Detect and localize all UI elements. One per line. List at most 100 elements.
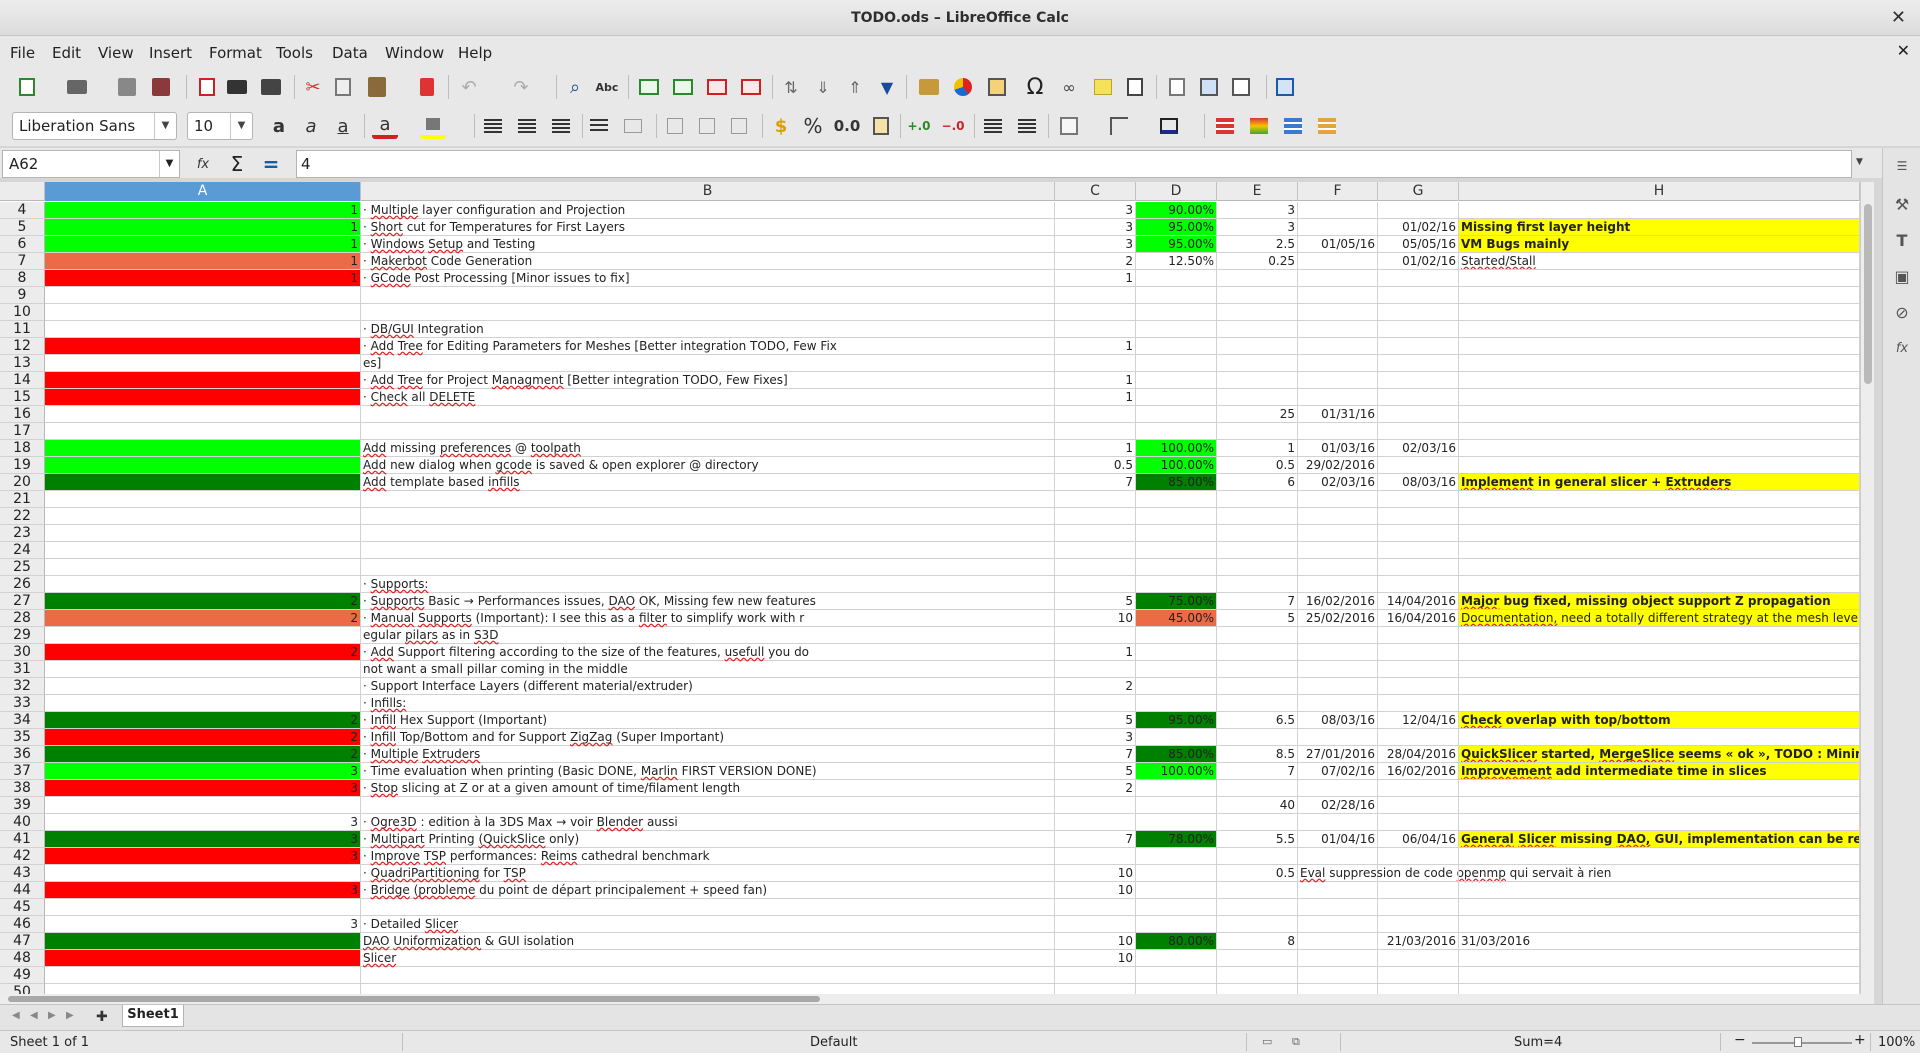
cell-h[interactable]	[1459, 882, 1860, 899]
cell-f[interactable]: 27/01/2016	[1298, 746, 1378, 763]
cell-e[interactable]	[1217, 355, 1298, 372]
row-header[interactable]: 31	[0, 661, 45, 678]
cell-d[interactable]	[1136, 984, 1217, 994]
border-style-icon[interactable]	[1106, 113, 1132, 139]
row-header[interactable]: 8	[0, 270, 45, 287]
window-close-icon[interactable]: ✕	[1891, 0, 1906, 36]
cell-f[interactable]	[1298, 491, 1378, 508]
cell-a[interactable]: 2	[45, 746, 361, 763]
cell-a[interactable]: 3	[45, 831, 361, 848]
border-color-icon[interactable]	[1156, 113, 1182, 139]
cell-c[interactable]: 3	[1055, 729, 1136, 746]
cell-d[interactable]: 100.00%	[1136, 763, 1217, 780]
cell-a[interactable]	[45, 967, 361, 984]
cell-h[interactable]: Implement in general slicer + Extruders	[1459, 474, 1860, 491]
cell-a[interactable]	[45, 525, 361, 542]
cell-h[interactable]: 31/03/2016	[1459, 933, 1860, 950]
cell-f[interactable]	[1298, 899, 1378, 916]
vertical-scrollbar[interactable]	[1860, 182, 1874, 994]
undo-icon[interactable]: ↶	[456, 74, 482, 100]
bold-icon[interactable]: a	[266, 113, 292, 139]
cell-e[interactable]	[1217, 372, 1298, 389]
font-color-icon[interactable]: a	[372, 113, 398, 139]
conditional-format-icon[interactable]	[1212, 113, 1238, 139]
add-sheet-icon[interactable]: ✚	[96, 1009, 108, 1025]
cell-e[interactable]: 1	[1217, 440, 1298, 457]
currency-icon[interactable]: $	[768, 113, 794, 139]
cell-g[interactable]: 16/02/2016	[1378, 763, 1459, 780]
zoom-level[interactable]: 100%	[1878, 1035, 1915, 1050]
new-document-icon[interactable]	[14, 74, 40, 100]
cell-h[interactable]	[1459, 338, 1860, 355]
cell-c[interactable]	[1055, 984, 1136, 994]
cell-g[interactable]: 01/02/16	[1378, 219, 1459, 236]
cell-a[interactable]	[45, 474, 361, 491]
column-header-a[interactable]: A	[45, 182, 361, 201]
cell-g[interactable]: 12/04/16	[1378, 712, 1459, 729]
row-header[interactable]: 13	[0, 355, 45, 372]
cell-c[interactable]	[1055, 797, 1136, 814]
cell-h[interactable]	[1459, 916, 1860, 933]
cell-d[interactable]	[1136, 899, 1217, 916]
column-header-f[interactable]: F	[1298, 182, 1378, 201]
row-header[interactable]: 25	[0, 559, 45, 576]
previous-sheet-icon[interactable]: ◀	[30, 1010, 38, 1021]
cell-g[interactable]	[1378, 406, 1459, 423]
cell-h[interactable]	[1459, 270, 1860, 287]
cell-g[interactable]: 08/03/16	[1378, 474, 1459, 491]
cell-e[interactable]: 0.25	[1217, 253, 1298, 270]
add-decimal-icon[interactable]: +.0	[906, 113, 932, 139]
cell-f[interactable]: Eval suppression de code openmp qui serv…	[1298, 865, 1611, 882]
cell-a[interactable]: 2	[45, 729, 361, 746]
cell-g[interactable]	[1378, 576, 1459, 593]
cell-a[interactable]: 2	[45, 644, 361, 661]
cell-g[interactable]	[1378, 338, 1459, 355]
cell-e[interactable]	[1217, 695, 1298, 712]
cell-c[interactable]	[1055, 848, 1136, 865]
cell-b[interactable]: · Support Interface Layers (different ma…	[361, 678, 1055, 695]
cell-c[interactable]: 1	[1055, 389, 1136, 406]
page-style[interactable]: Default	[810, 1035, 858, 1050]
align-left-icon[interactable]	[480, 113, 506, 139]
cell-d[interactable]	[1136, 270, 1217, 287]
cell-c[interactable]: 10	[1055, 933, 1136, 950]
cell-e[interactable]: 6.5	[1217, 712, 1298, 729]
column-header-e[interactable]: E	[1217, 182, 1298, 201]
row-header[interactable]: 22	[0, 508, 45, 525]
cell-f[interactable]	[1298, 423, 1378, 440]
cell-e[interactable]: 6	[1217, 474, 1298, 491]
row-header[interactable]: 38	[0, 780, 45, 797]
cell-b[interactable]: · Add Tree for Project Managment [Better…	[361, 372, 1055, 389]
cell-e[interactable]	[1217, 729, 1298, 746]
cell-h[interactable]	[1459, 848, 1860, 865]
cell-f[interactable]	[1298, 270, 1378, 287]
cell-e[interactable]	[1217, 525, 1298, 542]
cell-f[interactable]	[1298, 780, 1378, 797]
cell-d[interactable]: 95.00%	[1136, 236, 1217, 253]
cell-c[interactable]: 1	[1055, 338, 1136, 355]
row-header[interactable]: 10	[0, 304, 45, 321]
cell-g[interactable]	[1378, 729, 1459, 746]
menu-view[interactable]: View	[98, 44, 134, 62]
sort-ascending-icon[interactable]: ⇑	[842, 74, 868, 100]
cell-e[interactable]: 0.5	[1217, 865, 1298, 882]
horizontal-scrollbar[interactable]	[0, 994, 1874, 1004]
cell-g[interactable]: 01/02/16	[1378, 253, 1459, 270]
cell-c[interactable]	[1055, 508, 1136, 525]
cell-g[interactable]	[1378, 355, 1459, 372]
cell-g[interactable]	[1378, 559, 1459, 576]
cell-b[interactable]	[361, 406, 1055, 423]
cell-c[interactable]: 3	[1055, 202, 1136, 219]
cell-d[interactable]	[1136, 814, 1217, 831]
row-header[interactable]: 21	[0, 491, 45, 508]
cell-a[interactable]	[45, 440, 361, 457]
cell-a[interactable]: 1	[45, 253, 361, 270]
cell-g[interactable]: 05/05/16	[1378, 236, 1459, 253]
row-header[interactable]: 49	[0, 967, 45, 984]
cell-f[interactable]: 02/03/16	[1298, 474, 1378, 491]
cell-e[interactable]	[1217, 899, 1298, 916]
cell-g[interactable]	[1378, 695, 1459, 712]
row-header[interactable]: 35	[0, 729, 45, 746]
cell-c[interactable]	[1055, 525, 1136, 542]
cell-c[interactable]: 3	[1055, 219, 1136, 236]
